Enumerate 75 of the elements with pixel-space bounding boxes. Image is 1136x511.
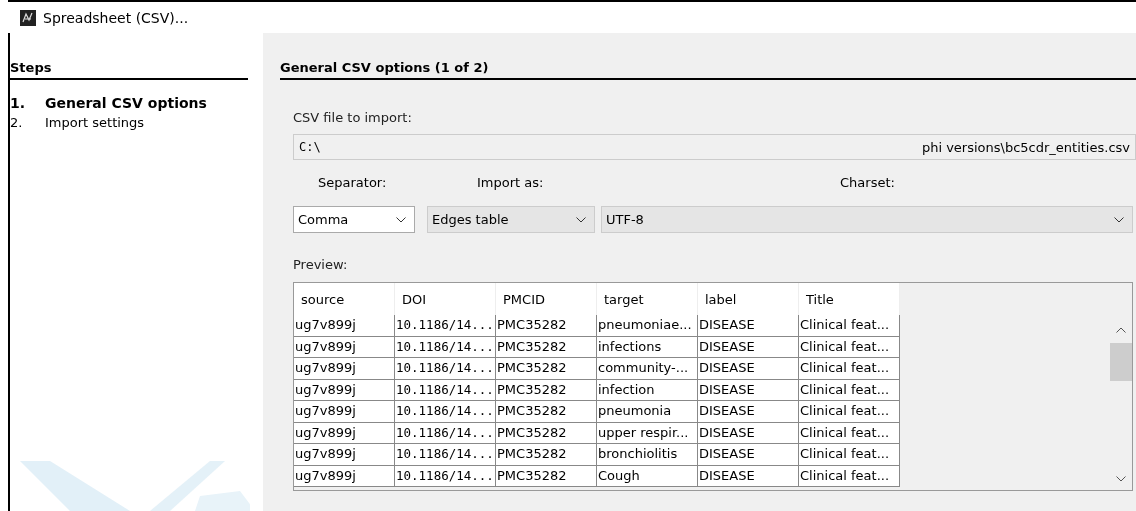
column-header[interactable]: PMCID — [496, 283, 597, 315]
table-cell: ug7v899j — [294, 336, 395, 358]
import-as-dropdown[interactable]: Edges table — [427, 206, 595, 233]
table-cell: Cough — [597, 465, 698, 487]
table-cell: DISEASE — [698, 465, 799, 487]
table-cell: PMC35282 — [496, 379, 597, 401]
table-cell: DISEASE — [698, 358, 799, 380]
file-path-field[interactable]: C:\ phi versions\bc5cdr_entities.csv — [293, 134, 1136, 160]
table-cell: PMC35282 — [496, 401, 597, 423]
table-cell: 10.1186/14... — [395, 444, 496, 466]
window-title: Spreadsheet (CSV)... — [43, 9, 189, 26]
table-cell: ug7v899j — [294, 444, 395, 466]
table-cell: upper respir... — [597, 422, 698, 444]
table-cell: PMC35282 — [496, 444, 597, 466]
table-cell: 10.1186/14... — [395, 465, 496, 487]
step-item: 2. Import settings — [10, 114, 146, 132]
table-cell: ug7v899j — [294, 401, 395, 423]
table-cell: Clinical feat... — [799, 422, 900, 444]
chevron-icon — [1114, 216, 1124, 223]
table-cell: infection — [597, 379, 698, 401]
scroll-up-icon[interactable] — [1116, 327, 1126, 333]
field-label: Import as: — [477, 175, 544, 190]
column-header[interactable]: label — [698, 283, 799, 315]
table-cell: PMC35282 — [496, 315, 597, 337]
table-cell: Clinical feat... — [799, 358, 900, 380]
table-cell: 10.1186/14... — [395, 336, 496, 358]
chevron-icon — [576, 216, 586, 223]
table-cell: bronchiolitis — [597, 444, 698, 466]
table-cell: Clinical feat... — [799, 401, 900, 423]
column-header[interactable]: DOI — [395, 283, 496, 315]
table-cell: 10.1186/14... — [395, 422, 496, 444]
column-header[interactable]: target — [597, 283, 698, 315]
table-cell: Clinical feat... — [799, 444, 900, 466]
table-cell: PMC35282 — [496, 422, 597, 444]
table-cell: Clinical feat... — [799, 379, 900, 401]
table-cell: DISEASE — [698, 401, 799, 423]
table-cell: ug7v899j — [294, 465, 395, 487]
table-cell: ug7v899j — [294, 315, 395, 337]
table-cell: infections — [597, 336, 698, 358]
field-label: Separator: — [318, 175, 387, 190]
app-icon — [20, 9, 36, 26]
chevron-icon — [396, 216, 406, 223]
table-cell: PMC35282 — [496, 465, 597, 487]
field-label: Charset: — [840, 175, 895, 190]
table-cell: Clinical feat... — [799, 336, 900, 358]
table-cell: community-... — [597, 358, 698, 380]
table-cell: DISEASE — [698, 422, 799, 444]
table-cell: 10.1186/14... — [395, 315, 496, 337]
column-header[interactable]: Title — [799, 283, 900, 315]
table-cell: PMC35282 — [496, 336, 597, 358]
column-header[interactable]: source — [294, 283, 395, 315]
steps-heading: Steps — [10, 60, 248, 80]
scroll-down-icon[interactable] — [1116, 476, 1126, 482]
table-cell: DISEASE — [698, 444, 799, 466]
table-cell: Clinical feat... — [799, 465, 900, 487]
table-cell: PMC35282 — [496, 358, 597, 380]
step-item: 1. General CSV options — [10, 94, 208, 113]
table-cell: DISEASE — [698, 336, 799, 358]
scrollbar-thumb[interactable] — [1110, 343, 1132, 381]
table-cell: 10.1186/14... — [395, 358, 496, 380]
preview-label: Preview: — [293, 257, 349, 272]
field-label: CSV file to import: — [293, 110, 413, 125]
page-heading: General CSV options (1 of 2) — [280, 60, 1136, 80]
table-cell: ug7v899j — [294, 358, 395, 380]
table-cell: DISEASE — [698, 379, 799, 401]
table-cell: Clinical feat... — [799, 315, 900, 337]
separator-dropdown[interactable]: Comma — [293, 206, 415, 233]
table-cell: ug7v899j — [294, 422, 395, 444]
table-cell: 10.1186/14... — [395, 379, 496, 401]
table-cell: DISEASE — [698, 315, 799, 337]
table-cell: ug7v899j — [294, 379, 395, 401]
table-cell: pneumoniae... — [597, 315, 698, 337]
table-cell: 10.1186/14... — [395, 401, 496, 423]
table-cell: pneumonia — [597, 401, 698, 423]
charset-dropdown[interactable]: UTF-8 — [601, 206, 1133, 233]
